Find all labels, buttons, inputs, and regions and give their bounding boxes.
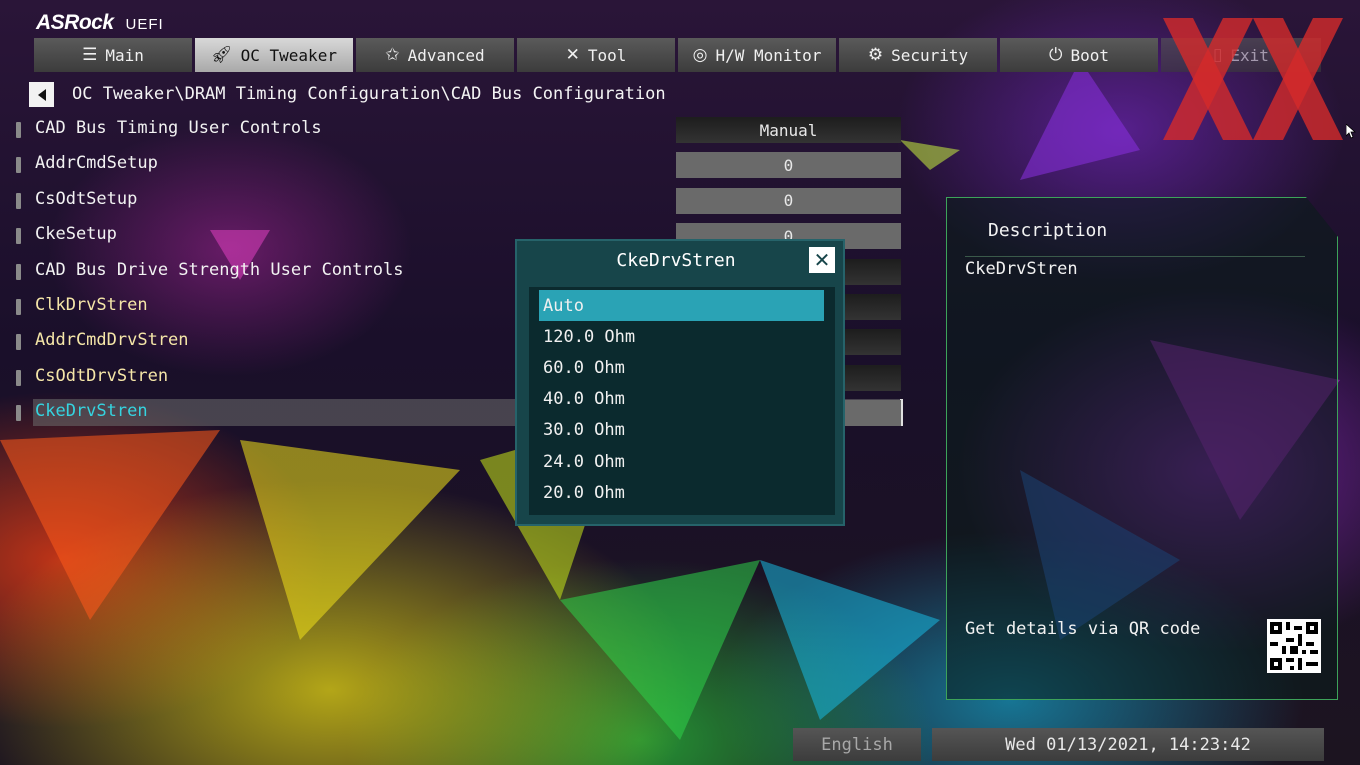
option-popup-dialog: CkeDrvStren ✕ Auto 120.0 Ohm 60.0 Ohm 40… [515,239,845,526]
back-arrow-icon [37,88,46,101]
row-marker [16,334,21,351]
tab-label: Tool [587,45,627,65]
popup-option-list: Auto 120.0 Ohm 60.0 Ohm 40.0 Ohm 30.0 Oh… [529,287,835,515]
xx-watermark-logo [1163,18,1343,140]
date-time-display: Wed 01/13/2021, 14:23:42 [932,728,1324,761]
setting-label: CkeSetup [35,224,117,245]
option-40-ohm[interactable]: 40.0 Ohm [539,384,824,415]
setting-row-cad-bus-timing-user-controls[interactable]: CAD Bus Timing User Controls Manual [0,112,910,147]
setting-label: CAD Bus Drive Strength User Controls [35,259,404,280]
row-marker [16,157,21,174]
setting-value[interactable]: 0 [676,187,901,214]
tab-label: OC Tweaker [240,45,337,65]
setting-label: CAD Bus Timing User Controls [35,118,322,138]
tab-label: Advanced [407,45,485,65]
row-marker [16,298,21,315]
description-text: CkeDrvStren [965,259,1078,279]
qr-code-icon[interactable] [1267,619,1321,673]
mouse-cursor-icon [1346,124,1356,139]
option-120-ohm[interactable]: 120.0 Ohm [539,321,824,352]
close-button[interactable]: ✕ [809,247,835,273]
description-divider [965,256,1305,257]
logo-brand: ASRock [36,11,114,34]
row-marker [16,263,21,280]
tab-oc-tweaker[interactable]: 🚀︎ OC Tweaker [195,38,353,72]
setting-label: CsOdtSetup [35,188,138,209]
tab-tool[interactable]: ✕ Tool [517,38,675,72]
row-marker [16,192,21,209]
row-marker [16,122,21,138]
setting-label: ClkDrvStren [35,294,148,315]
option-20-ohm[interactable]: 20.0 Ohm [539,477,824,508]
popup-title: CkeDrvStren [616,250,736,271]
setting-label: AddrCmdSetup [35,153,158,174]
qr-code-graphic [1270,622,1318,670]
main-tab-bar: ☰ Main 🚀︎ OC Tweaker ✩ Advanced ✕ Tool ◎… [34,38,1321,72]
shield-gear-icon: ⚙ [867,45,884,65]
rocket-icon: 🚀︎ [211,45,233,65]
option-auto[interactable]: Auto [539,290,824,322]
logo-uefi: UEFI [125,16,164,33]
star-icon: ✩ [385,45,400,65]
setting-value[interactable]: Manual [676,117,901,143]
row-marker [16,228,21,245]
tab-label: Main [105,45,144,65]
language-selector[interactable]: English [793,728,921,761]
setting-label: CkeDrvStren [35,401,148,422]
qr-caption: Get details via QR code [965,619,1201,639]
setting-row-csodtsetup[interactable]: CsOdtSetup 0 [0,183,910,218]
tab-label: Security [891,45,969,65]
close-icon: ✕ [813,248,831,272]
setting-row-addrcmdsetup[interactable]: AddrCmdSetup 0 [0,147,910,182]
list-icon: ☰ [82,45,98,65]
tools-icon: ✕ [565,45,580,65]
setting-label: AddrCmdDrvStren [35,330,189,351]
tab-hw-monitor[interactable]: ◎ H/W Monitor [678,38,836,72]
breadcrumb: OC Tweaker\DRAM Timing Configuration\CAD… [72,84,666,104]
tab-label: Boot [1070,45,1109,65]
option-24-ohm[interactable]: 24.0 Ohm [539,446,824,477]
description-title: Description [988,220,1108,241]
tab-boot[interactable]: ⏻ Boot [1000,38,1158,72]
row-marker [16,405,21,422]
power-icon: ⏻ [1049,45,1063,65]
setting-value[interactable]: 0 [676,152,901,179]
option-60-ohm[interactable]: 60.0 Ohm [539,352,824,383]
tab-main[interactable]: ☰ Main [34,38,192,72]
description-panel: Description CkeDrvStren Get details via … [946,197,1338,700]
option-30-ohm[interactable]: 30.0 Ohm [539,415,824,446]
row-marker [16,369,21,386]
gauge-icon: ◎ [692,45,708,65]
tab-advanced[interactable]: ✩ Advanced [356,38,514,72]
setting-label: CsOdtDrvStren [35,365,169,386]
tab-label: H/W Monitor [715,45,822,65]
asrock-logo: ASRock UEFI [36,11,164,35]
tab-security[interactable]: ⚙ Security [839,38,997,72]
back-button[interactable] [29,82,54,107]
